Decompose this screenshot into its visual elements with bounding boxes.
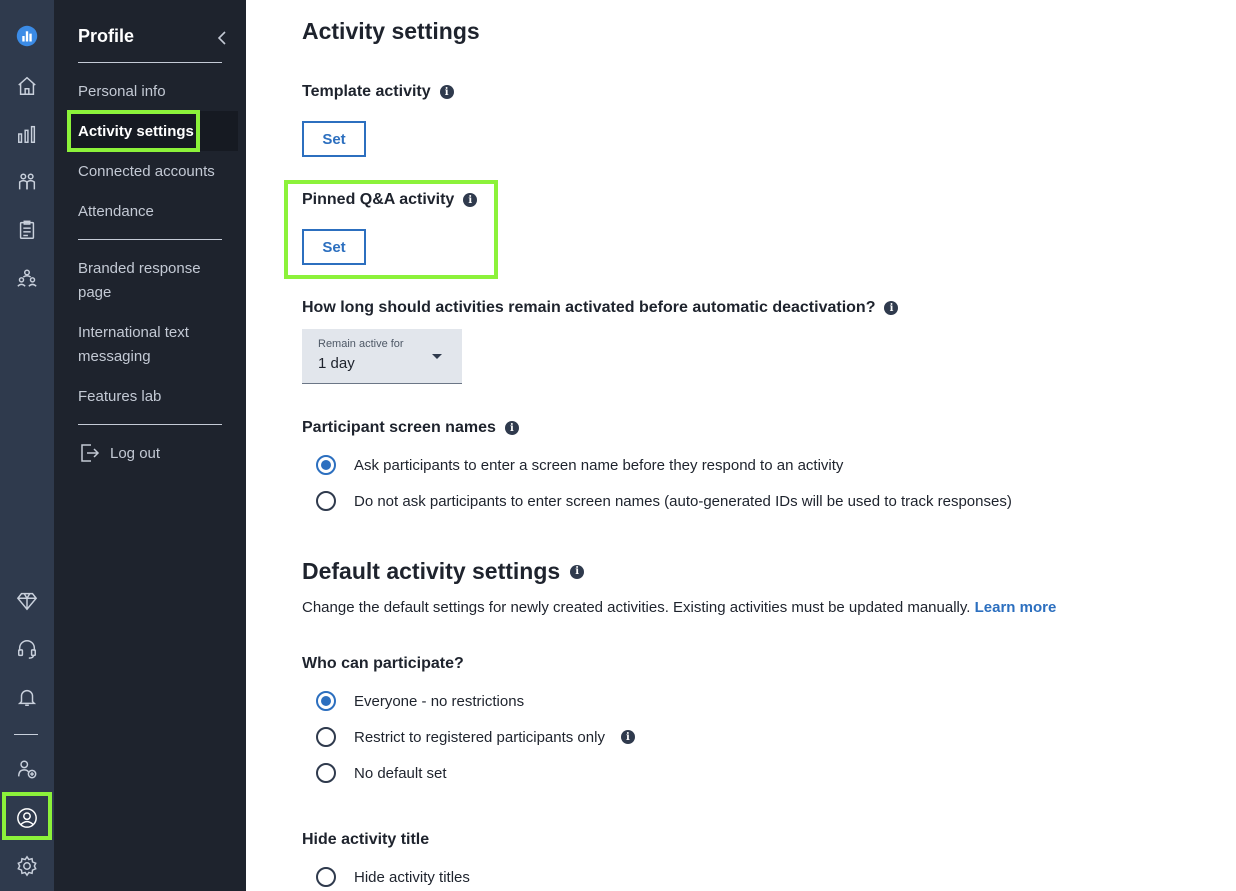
panel-divider	[78, 62, 222, 63]
auto-deactivation-label: How long should activities remain activa…	[302, 299, 876, 316]
logout-button[interactable]: Log out	[78, 442, 160, 464]
select-value: 1 day	[318, 355, 355, 372]
logout-label: Log out	[110, 444, 161, 462]
participate-option-no-default[interactable]: No default set	[316, 763, 447, 783]
template-activity-set-button[interactable]: Set	[302, 121, 366, 157]
screen-names-option-do-not-ask[interactable]: Do not ask participants to enter screen …	[316, 491, 1012, 511]
learn-more-link[interactable]: Learn more	[975, 599, 1057, 616]
participate-option-everyone[interactable]: Everyone - no restrictions	[316, 691, 524, 711]
radio-label: Hide activity titles	[354, 868, 470, 886]
headset-icon[interactable]	[11, 633, 43, 665]
select-label: Remain active for	[318, 338, 404, 350]
pinned-qa-heading: Pinned Q&A activity i	[302, 191, 478, 209]
default-settings-description: Change the default settings for newly cr…	[302, 599, 1056, 616]
description-text: Change the default settings for newly cr…	[302, 599, 971, 616]
rail-divider	[14, 734, 38, 735]
bell-icon[interactable]	[11, 681, 43, 713]
hide-title-heading: Hide activity title	[302, 831, 429, 849]
info-icon[interactable]: i	[439, 85, 454, 99]
participate-option-registered[interactable]: Restrict to registered participants only…	[316, 727, 635, 747]
nav-features-lab[interactable]: Features lab	[78, 385, 228, 409]
profile-icon[interactable]	[11, 802, 43, 834]
nav-activity-settings[interactable]: Activity settings	[78, 120, 228, 144]
info-icon[interactable]: i	[620, 730, 635, 744]
default-settings-heading: Default activity settings i	[302, 558, 585, 585]
collapse-panel-icon[interactable]	[212, 28, 232, 48]
audience-icon[interactable]	[11, 262, 43, 294]
panel-divider	[78, 239, 222, 240]
settings-icon[interactable]	[11, 850, 43, 882]
template-activity-heading: Template activity i	[302, 83, 454, 101]
who-can-participate-label: Who can participate?	[302, 655, 464, 672]
profile-panel: Profile Personal info Activity settings …	[54, 0, 246, 891]
panel-divider	[78, 424, 222, 425]
radio-button[interactable]	[316, 455, 336, 475]
logout-icon	[81, 444, 100, 462]
radio-label: Do not ask participants to enter screen …	[354, 492, 1012, 510]
info-icon[interactable]: i	[570, 564, 585, 579]
who-can-participate-heading: Who can participate?	[302, 655, 464, 673]
template-activity-label: Template activity	[302, 83, 431, 100]
auto-deactivation-heading: How long should activities remain activa…	[302, 299, 899, 317]
home-icon[interactable]	[11, 70, 43, 102]
radio-button[interactable]	[316, 867, 336, 887]
nav-personal-info[interactable]: Personal info	[78, 80, 228, 104]
info-icon[interactable]: i	[504, 421, 519, 435]
nav-branded-response-page[interactable]: Branded response page	[78, 257, 218, 305]
chart-icon[interactable]	[11, 118, 43, 150]
panel-title: Profile	[78, 26, 135, 46]
clipboard-icon[interactable]	[11, 214, 43, 246]
participants-icon[interactable]	[11, 166, 43, 198]
app-logo-icon[interactable]	[11, 20, 43, 52]
screen-names-heading: Participant screen names i	[302, 419, 519, 437]
default-settings-title: Default activity settings	[302, 558, 561, 584]
icon-rail	[0, 0, 54, 891]
radio-label: Ask participants to enter a screen name …	[354, 456, 844, 474]
radio-button[interactable]	[316, 491, 336, 511]
remain-active-select[interactable]: Remain active for 1 day	[302, 329, 462, 384]
radio-button[interactable]	[316, 691, 336, 711]
pinned-qa-set-button[interactable]: Set	[302, 229, 366, 265]
main-content: Activity settings Template activity i Se…	[246, 0, 1236, 891]
nav-connected-accounts[interactable]: Connected accounts	[78, 160, 228, 184]
nav-international-text-messaging[interactable]: International text messaging	[78, 321, 218, 369]
radio-label: No default set	[354, 764, 447, 782]
pinned-qa-label: Pinned Q&A activity	[302, 191, 455, 208]
screen-names-label: Participant screen names	[302, 419, 496, 436]
caret-down-icon	[432, 354, 442, 359]
radio-label: Everyone - no restrictions	[354, 692, 525, 710]
hide-title-option[interactable]: Hide activity titles	[316, 867, 470, 887]
radio-label: Restrict to registered participants only	[354, 728, 605, 746]
add-user-icon[interactable]	[11, 753, 43, 785]
page-title: Activity settings	[302, 18, 480, 44]
diamond-icon[interactable]	[11, 585, 43, 617]
info-icon[interactable]: i	[463, 193, 478, 207]
info-icon[interactable]: i	[884, 301, 899, 315]
radio-button[interactable]	[316, 763, 336, 783]
radio-button[interactable]	[316, 727, 336, 747]
hide-title-label: Hide activity title	[302, 831, 430, 848]
nav-attendance[interactable]: Attendance	[78, 200, 228, 224]
screen-names-option-ask[interactable]: Ask participants to enter a screen name …	[316, 455, 843, 475]
